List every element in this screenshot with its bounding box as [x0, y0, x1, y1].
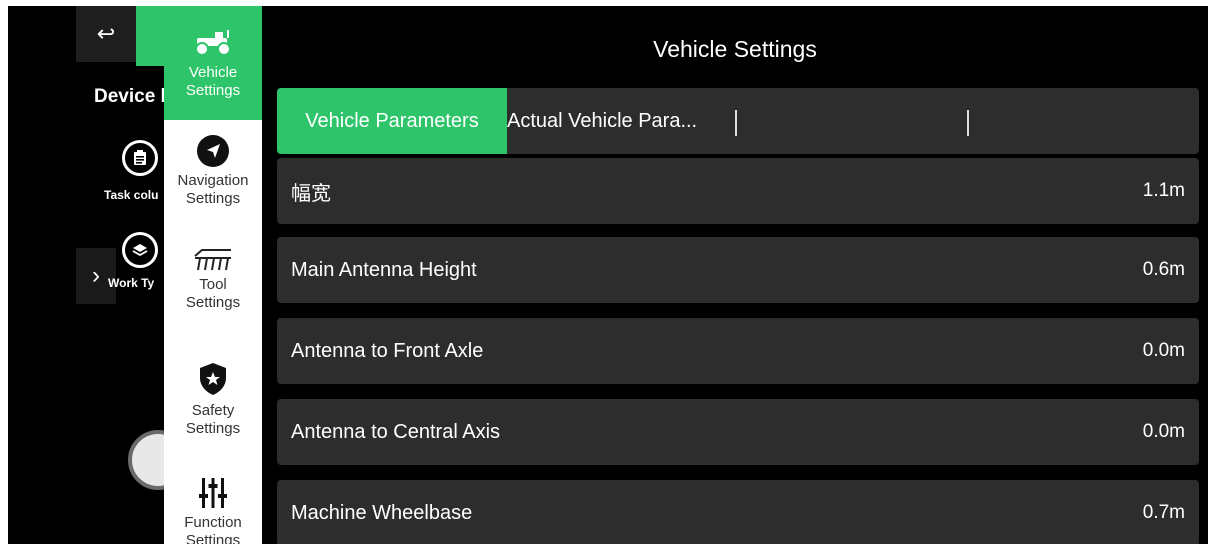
param-label: 幅宽	[291, 182, 331, 205]
background-accent-strip	[136, 6, 166, 66]
tab-divider	[967, 110, 969, 136]
menu-label-line2: Settings	[185, 532, 241, 544]
tab-divider	[735, 110, 737, 136]
menu-label-line2: Settings	[185, 190, 241, 207]
page-title: Vehicle Settings	[653, 36, 817, 62]
menu-label-line1: Function	[184, 514, 242, 531]
tab-bar: Vehicle Parameters Actual Vehicle Para..…	[277, 88, 1199, 154]
menu-label-line1: Vehicle	[188, 64, 238, 81]
param-value: 0.6m	[1142, 259, 1185, 280]
menu-item-function-settings[interactable]: Function Settings	[164, 476, 262, 544]
param-row-width[interactable]: 幅宽 1.1m	[277, 158, 1199, 224]
menu-label-line2: Settings	[185, 420, 241, 437]
param-value: 0.0m	[1142, 340, 1185, 361]
tractor-icon	[193, 30, 233, 56]
task-column-label[interactable]: Task colu	[104, 188, 158, 202]
sliders-icon	[198, 476, 228, 510]
app-screen: ↩ Device l Task colu › Work Ty Vehicle S	[8, 6, 1208, 544]
navigation-arrow-icon	[196, 134, 230, 168]
menu-item-tool-settings[interactable]: Tool Settings	[164, 246, 262, 336]
tab-actual-vehicle-parameters[interactable]: Actual Vehicle Para...	[507, 88, 697, 154]
menu-label-line1: Tool	[199, 276, 227, 293]
clipboard-icon[interactable]	[122, 140, 158, 176]
menu-item-vehicle-settings[interactable]: Vehicle Settings	[164, 6, 262, 120]
back-button[interactable]: ↩	[76, 6, 136, 62]
menu-label-line1: Navigation	[177, 172, 249, 189]
work-type-label[interactable]: Work Ty	[108, 276, 154, 290]
param-label: Machine Wheelbase	[291, 501, 473, 524]
settings-menu: Vehicle Settings Navigation Settings Too…	[164, 6, 262, 544]
param-label: Main Antenna Height	[291, 258, 477, 281]
param-row-main-antenna-height[interactable]: Main Antenna Height 0.6m	[277, 237, 1199, 303]
implement-tool-icon	[192, 246, 234, 274]
menu-label-line2: Settings	[185, 294, 241, 311]
param-value: 1.1m	[1142, 180, 1185, 201]
param-value: 0.7m	[1142, 502, 1185, 523]
param-label: Antenna to Front Axle	[291, 339, 484, 362]
back-icon: ↩	[96, 21, 116, 46]
menu-item-navigation-settings[interactable]: Navigation Settings	[164, 134, 262, 230]
param-row-antenna-to-central-axis[interactable]: Antenna to Central Axis 0.0m	[277, 399, 1199, 465]
param-row-antenna-to-front-axle[interactable]: Antenna to Front Axle 0.0m	[277, 318, 1199, 384]
shield-star-icon	[198, 362, 228, 396]
param-label: Antenna to Central Axis	[291, 420, 501, 443]
param-value: 0.0m	[1142, 421, 1185, 442]
chevron-right-icon: ›	[92, 262, 100, 289]
param-row-machine-wheelbase[interactable]: Machine Wheelbase 0.7m	[277, 480, 1199, 544]
device-page-title: Device l	[94, 86, 166, 107]
layers-icon[interactable]	[122, 232, 158, 268]
menu-label-line2: Settings	[185, 82, 241, 99]
menu-label-line1: Safety	[191, 402, 235, 419]
tab-vehicle-parameters[interactable]: Vehicle Parameters	[277, 88, 507, 154]
settings-panel: Vehicle Settings Vehicle Parameters Actu…	[262, 6, 1208, 544]
menu-item-safety-settings[interactable]: Safety Settings	[164, 362, 262, 452]
